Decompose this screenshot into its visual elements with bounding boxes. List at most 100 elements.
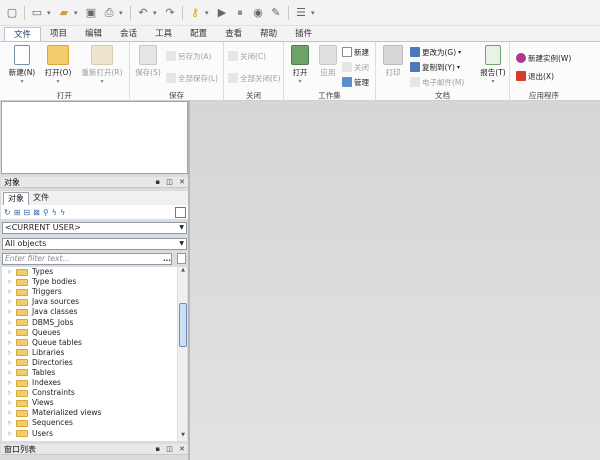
tree-item-views[interactable]: ▷ Views [2,398,178,408]
tree-item-type-bodies[interactable]: ▷ Type bodies [2,277,178,287]
chevron-down-icon[interactable]: ▾ [311,9,318,17]
expand-arrow-icon[interactable]: ▷ [8,307,14,317]
tab-plugins[interactable]: 插件 [286,27,321,42]
user-select[interactable]: <CURRENT USER> ▼ [2,222,187,234]
tree-item-indexes[interactable]: ▷ Indexes [2,378,178,388]
expand-arrow-icon[interactable]: ▷ [8,418,14,428]
new-button[interactable]: 新建(N) ▾ [4,45,40,89]
panel-controls-icon[interactable]: ▪ ◫ ✕ [155,177,187,188]
save-button[interactable]: 保存(S) [132,45,164,89]
object-type-select[interactable]: All objects ▼ [2,238,187,250]
tab-session[interactable]: 会话 [111,27,146,42]
tree-item-java-classes[interactable]: ▷ Java classes [2,307,178,317]
save-icon[interactable]: ▣ [83,5,99,21]
filter-edit-icon[interactable]: ϟ [60,208,65,217]
remove-icon[interactable]: ⊠ [33,208,40,217]
chevron-down-icon[interactable]: ▾ [47,9,54,17]
tab-view[interactable]: 查看 [216,27,251,42]
stop-icon[interactable]: ⏸ [232,5,248,21]
tab-objects[interactable]: 对象 [3,192,29,205]
tree-item-directories[interactable]: ▷ Directories [2,358,178,368]
scrollbar-thumb[interactable] [179,303,187,347]
chevron-down-icon[interactable]: ▾ [153,9,160,17]
print-button[interactable]: 打印 [378,45,408,89]
workset-open-button[interactable]: 打开 ▾ [286,45,314,89]
new-doc-icon[interactable]: ▭ [29,5,45,21]
chevron-down-icon[interactable]: ▾ [74,9,81,17]
settings-icon[interactable]: ☰ [293,5,309,21]
print-icon[interactable]: ⎙ [101,5,117,21]
expand-arrow-icon[interactable]: ▷ [8,358,14,368]
reopen-button[interactable]: 重新打开(R) ▾ [78,45,126,89]
workset-new-button[interactable]: 新建 [342,46,369,58]
expand-arrow-icon[interactable]: ▷ [8,408,14,418]
workset-manage-button[interactable]: 管理 [342,76,369,88]
collapse-icon[interactable]: ⊟ [23,208,30,217]
undo-icon[interactable]: ↶ [135,5,151,21]
expand-arrow-icon[interactable]: ▷ [8,378,14,388]
scroll-up-icon[interactable]: ▲ [178,267,188,276]
tools-icon[interactable]: ✎ [268,5,284,21]
tab-project[interactable]: 项目 [41,27,76,42]
expand-arrow-icon[interactable]: ▷ [8,388,14,398]
tab-config[interactable]: 配置 [181,27,216,42]
expand-arrow-icon[interactable]: ▷ [8,429,14,439]
tab-edit[interactable]: 编辑 [76,27,111,42]
filter-options-button[interactable]: ... [163,255,171,263]
filter-doc-icon[interactable] [177,253,186,264]
tree-item-queue-tables[interactable]: ▷ Queue tables [2,338,178,348]
close-button[interactable]: 关闭(C) [228,50,266,62]
open-folder-icon[interactable]: ▰ [56,5,72,21]
filter-input[interactable]: Enter filter text... [2,253,172,265]
email-button[interactable]: 电子邮件(M) [410,76,464,88]
tree-item-queues[interactable]: ▷ Queues [2,328,178,338]
exit-button[interactable]: 退出(X) [516,70,554,82]
tree-scrollbar[interactable]: ▲ ▼ [177,267,187,441]
expand-arrow-icon[interactable]: ▷ [8,297,14,307]
refresh-icon[interactable]: ↻ [4,208,11,217]
tree-item-tables[interactable]: ▷ Tables [2,368,178,378]
tree-item-types[interactable]: ▷ Types [2,267,178,277]
close-all-button[interactable]: 全部关闭(E) [228,72,281,84]
toolbar-checkbox[interactable] [175,207,186,218]
chevron-down-icon[interactable]: ▾ [205,9,212,17]
tree-item-libraries[interactable]: ▷ Libraries [2,348,178,358]
expand-arrow-icon[interactable]: ▷ [8,338,14,348]
expand-arrow-icon[interactable]: ▷ [8,368,14,378]
expand-arrow-icon[interactable]: ▷ [8,318,14,328]
panel-controls-icon[interactable]: ▪ ◫ ✕ [155,444,187,455]
new-instance-button[interactable]: 新建实例(W) [516,52,571,64]
expand-arrow-icon[interactable]: ▷ [8,267,14,277]
tree-item-sequences[interactable]: ▷ Sequences [2,418,178,428]
tree-item-materialized-views[interactable]: ▷ Materialized views [2,408,178,418]
expand-arrow-icon[interactable]: ▷ [8,328,14,338]
debug-icon[interactable]: ◉ [250,5,266,21]
tree-item-users[interactable]: ▷ Users [2,429,178,439]
filter-icon[interactable]: ϟ [52,208,57,217]
expand-arrow-icon[interactable]: ▷ [8,287,14,297]
redo-icon[interactable]: ↷ [162,5,178,21]
expand-arrow-icon[interactable]: ▷ [8,348,14,358]
chevron-down-icon[interactable]: ▾ [119,9,126,17]
tree-item-dbms-jobs[interactable]: ▷ DBMS_Jobs [2,317,178,327]
run-icon[interactable]: ▶ [214,5,230,21]
find-icon[interactable]: ⚲ [43,208,49,217]
save-all-button[interactable]: 全部保存(L) [166,72,218,84]
save-as-button[interactable]: 另存为(A) [166,50,211,62]
tree-item-triggers[interactable]: ▷ Triggers [2,287,178,297]
change-to-button[interactable]: 更改为(G) ▾ [410,46,461,58]
expand-icon[interactable]: ⊞ [14,208,21,217]
scroll-down-icon[interactable]: ▼ [178,432,188,441]
tree-item-constraints[interactable]: ▷ Constraints [2,388,178,398]
workset-close-button[interactable]: 关闭 [342,61,369,73]
report-button[interactable]: 报告(T) ▾ [478,45,508,89]
window-icon[interactable]: ▢ [4,5,20,21]
key-icon[interactable]: ⚷ [187,5,203,21]
tab-tools[interactable]: 工具 [146,27,181,42]
tab-help[interactable]: 帮助 [251,27,286,42]
tab-file[interactable]: 文件 [4,27,42,42]
copy-to-button[interactable]: 复制到(Y) ▾ [410,61,460,73]
open-button[interactable]: 打开(O) ▾ [40,45,76,89]
tab-files[interactable]: 文件 [29,192,53,205]
expand-arrow-icon[interactable]: ▷ [8,277,14,287]
